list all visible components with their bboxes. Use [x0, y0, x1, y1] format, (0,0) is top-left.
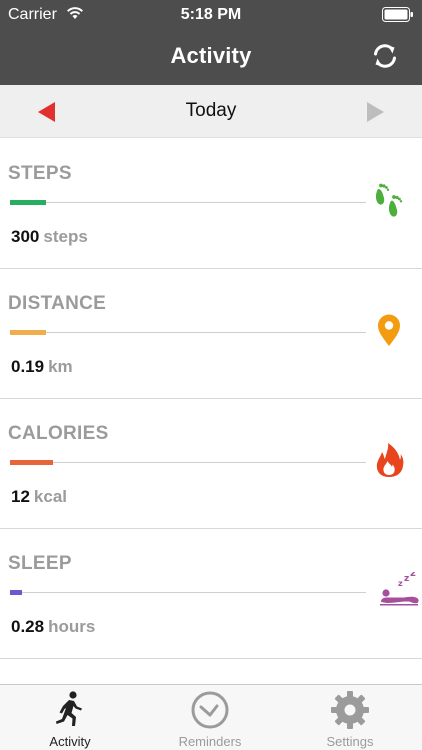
- metric-value: 0.28: [11, 617, 45, 636]
- metric-unit: hours: [48, 617, 96, 636]
- triangle-right-icon: [367, 102, 384, 122]
- metric-card-sleep: SLEEP 0.28 hours z z z: [0, 529, 422, 659]
- sleeping-person-icon: z z z: [380, 572, 419, 606]
- progress-track: [10, 460, 366, 465]
- metric-value-row: 12 kcal: [11, 487, 67, 507]
- refresh-icon[interactable]: [370, 41, 400, 71]
- svg-text:z: z: [398, 579, 403, 588]
- metric-value-row: 300 steps: [11, 227, 88, 247]
- svg-text:z: z: [404, 574, 409, 584]
- metric-card-distance: DISTANCE 0.19 km: [0, 269, 422, 399]
- date-navigator: Today: [0, 85, 422, 138]
- progress-track: [10, 200, 366, 205]
- tab-settings[interactable]: Settings: [280, 685, 420, 750]
- status-bar: Carrier 5:18 PM: [0, 0, 422, 30]
- flame-icon: [376, 443, 404, 477]
- nav-header: Carrier 5:18 PM Activity: [0, 0, 422, 85]
- progress-fill: [10, 330, 46, 335]
- tab-reminders[interactable]: Reminders: [140, 685, 280, 750]
- page-title: Activity: [170, 43, 252, 68]
- metric-value: 300: [11, 227, 40, 246]
- next-day-button[interactable]: [364, 101, 386, 123]
- progress-track: [10, 330, 366, 335]
- runner-icon: [56, 691, 82, 726]
- metric-title: STEPS: [8, 163, 72, 184]
- battery-icon: [382, 7, 413, 22]
- metric-value: 12: [11, 487, 30, 506]
- progress-fill: [10, 200, 46, 205]
- metric-unit: steps: [43, 227, 88, 246]
- metric-unit: kcal: [33, 487, 68, 506]
- progress-fill: [10, 590, 23, 595]
- metric-value-row: 0.28 hours: [11, 617, 95, 637]
- metric-title: CALORIES: [8, 423, 109, 444]
- metric-value-row: 0.19 km: [11, 357, 73, 377]
- tab-activity[interactable]: Activity: [0, 685, 140, 750]
- metric-title: DISTANCE: [8, 293, 107, 314]
- metric-unit: km: [48, 357, 73, 376]
- clock-icon: [191, 691, 229, 729]
- svg-text:z: z: [410, 572, 416, 579]
- footprints-icon: [375, 183, 403, 217]
- status-time: 5:18 PM: [180, 6, 242, 23]
- tab-label: Settings: [326, 734, 374, 749]
- tab-bar: Activity Reminders Settings: [0, 684, 422, 750]
- progress-track: [10, 590, 366, 595]
- metric-card-calories: CALORIES 12 kcal: [0, 399, 422, 529]
- map-pin-icon: [378, 314, 400, 346]
- date-label: Today: [185, 100, 237, 121]
- tab-label: Activity: [49, 734, 91, 749]
- gear-icon: [331, 691, 369, 729]
- metric-title: SLEEP: [8, 553, 72, 574]
- metric-value: 0.19: [11, 357, 45, 376]
- progress-fill: [10, 460, 53, 465]
- tab-label: Reminders: [178, 734, 242, 749]
- metric-card-steps: STEPS 300 steps: [0, 139, 422, 269]
